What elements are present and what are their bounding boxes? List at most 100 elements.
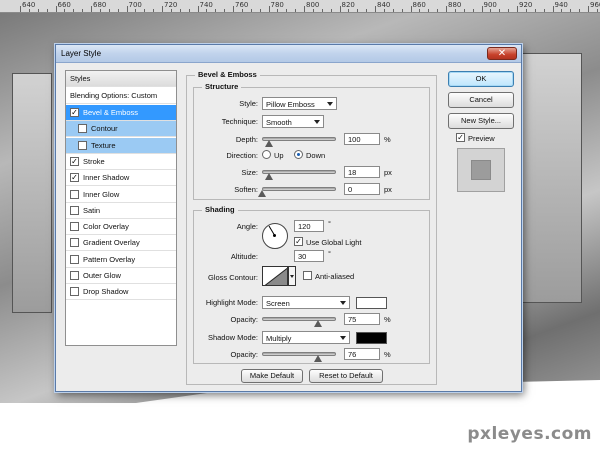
style-item-outer-glow[interactable]: Outer Glow — [66, 268, 176, 284]
close-icon: ✕ — [497, 48, 507, 59]
highlight-opacity-unit: % — [384, 315, 391, 324]
ruler-label: 800 — [306, 1, 320, 9]
ruler-minor-tick — [570, 9, 572, 12]
style-item-texture[interactable]: Texture — [66, 137, 176, 154]
reset-to-default-button[interactable]: Reset to Default — [309, 369, 383, 383]
highlight-opacity-thumb[interactable] — [313, 320, 322, 327]
direction-up-radio[interactable] — [262, 150, 271, 159]
ruler-tick — [197, 6, 199, 12]
use-global-light-checkbox[interactable]: ✓ — [294, 237, 303, 246]
ruler-minor-tick — [295, 9, 297, 12]
style-checkbox[interactable] — [70, 205, 79, 215]
new-style-button[interactable]: New Style... — [448, 113, 514, 129]
bevel-emboss-title: Bevel & Emboss — [195, 70, 260, 79]
style-item-color-overlay[interactable]: Color Overlay — [66, 219, 176, 236]
blending-options-item[interactable]: Blending Options: Custom — [66, 88, 176, 104]
ruler-minor-tick — [188, 9, 190, 12]
angle-dial[interactable] — [262, 223, 288, 249]
ruler-label: 920 — [519, 1, 533, 9]
ruler-minor-tick — [392, 9, 394, 12]
ruler-tick — [20, 6, 21, 12]
style-item-contour[interactable]: Contour — [66, 121, 176, 138]
ruler-minor-tick — [357, 9, 359, 12]
highlight-mode-label: Highlight Mode: — [205, 298, 258, 307]
style-item-inner-glow[interactable]: Inner Glow — [66, 187, 176, 203]
ruler-minor-tick — [215, 9, 217, 12]
style-checkbox[interactable] — [70, 271, 79, 280]
angle-input[interactable]: 120 — [294, 220, 324, 232]
depth-input[interactable]: 100 — [344, 133, 380, 145]
ruler-tick — [481, 6, 483, 12]
ruler-minor-tick — [428, 9, 430, 12]
shadow-mode-dropdown[interactable]: Multiply — [262, 331, 350, 344]
highlight-mode-dropdown[interactable]: Screen — [262, 296, 350, 309]
preview-checkbox[interactable]: ✓ — [456, 133, 465, 142]
style-checkbox[interactable] — [70, 189, 79, 199]
direction-down-radio[interactable] — [294, 150, 303, 159]
style-item-label: Texture — [91, 140, 116, 150]
ruler-minor-tick — [241, 9, 243, 12]
style-item-bevel-emboss[interactable]: ✓ Bevel & Emboss — [66, 105, 176, 121]
size-input[interactable]: 18 — [344, 166, 380, 178]
style-checkbox[interactable] — [70, 254, 79, 264]
shadow-opacity-slider[interactable] — [262, 352, 336, 356]
size-slider-thumb[interactable] — [265, 173, 274, 180]
soften-slider-thumb[interactable] — [258, 190, 266, 197]
highlight-opacity-input[interactable]: 75 — [344, 313, 380, 325]
stone-block — [522, 53, 582, 303]
style-checkbox[interactable] — [78, 124, 87, 134]
soften-input[interactable]: 0 — [344, 183, 380, 195]
dialog-title: Layer Style — [61, 49, 102, 58]
ruler-tick — [339, 6, 341, 12]
ruler-tick — [268, 6, 270, 12]
make-default-button[interactable]: Make Default — [241, 369, 303, 383]
horizontal-ruler: 640 660 680 700 720 740 760 780 800 820 840 860 880 9… — [0, 0, 600, 13]
ruler-minor-tick — [508, 9, 510, 12]
style-item-stroke[interactable]: ✓ Stroke — [66, 154, 176, 170]
gloss-contour-picker[interactable] — [262, 266, 288, 286]
style-checkbox[interactable]: ✓ — [70, 156, 79, 166]
technique-dropdown[interactable]: Smooth — [262, 115, 324, 128]
gloss-contour-dropdown[interactable] — [288, 266, 296, 286]
ruler-minor-tick — [525, 9, 527, 12]
ok-button[interactable]: OK — [448, 71, 514, 87]
style-label: Style: — [239, 99, 258, 108]
styles-header[interactable]: Styles — [66, 71, 176, 87]
style-checkbox[interactable] — [70, 238, 79, 248]
style-dropdown[interactable]: Pillow Emboss — [262, 97, 337, 110]
structure-title: Structure — [202, 82, 242, 91]
ruler-minor-tick — [37, 9, 39, 12]
style-item-label: Inner Shadow — [83, 173, 130, 183]
altitude-input[interactable]: 30 — [294, 250, 324, 262]
shadow-opacity-input[interactable]: 76 — [344, 348, 380, 360]
altitude-label: Altitude: — [230, 252, 258, 261]
style-item-satin[interactable]: Satin — [66, 203, 176, 219]
style-checkbox[interactable] — [70, 287, 79, 297]
soften-slider[interactable] — [262, 187, 336, 191]
depth-slider-thumb[interactable] — [265, 140, 274, 147]
cancel-button[interactable]: Cancel — [448, 92, 514, 108]
style-checkbox[interactable] — [70, 222, 79, 232]
style-checkbox[interactable]: ✓ — [70, 173, 79, 183]
ruler-minor-tick — [286, 9, 288, 12]
style-item-inner-shadow[interactable]: ✓ Inner Shadow — [66, 170, 176, 187]
close-button[interactable]: ✕ — [487, 47, 517, 60]
ruler-tick — [375, 6, 376, 12]
highlight-opacity-slider[interactable] — [262, 317, 336, 321]
style-checkbox[interactable]: ✓ — [70, 108, 79, 117]
styles-header-label: Styles — [70, 74, 91, 83]
style-item-drop-shadow[interactable]: Drop Shadow — [66, 284, 176, 301]
ruler-label: 660 — [57, 1, 71, 9]
shadow-color-swatch[interactable] — [356, 332, 387, 344]
style-item-pattern-overlay[interactable]: Pattern Overlay — [66, 252, 176, 268]
anti-aliased-checkbox[interactable] — [303, 271, 312, 280]
ruler-minor-tick — [206, 9, 208, 12]
shadow-opacity-thumb[interactable] — [314, 355, 323, 362]
ruler-label: 840 — [377, 1, 391, 9]
title-bar[interactable]: Layer Style ✕ — [56, 45, 521, 63]
style-item-gradient-overlay[interactable]: Gradient Overlay — [66, 235, 176, 252]
ruler-minor-tick — [82, 9, 84, 12]
ruler-minor-tick — [170, 9, 172, 12]
style-checkbox[interactable] — [78, 140, 87, 150]
highlight-color-swatch[interactable] — [356, 297, 387, 309]
